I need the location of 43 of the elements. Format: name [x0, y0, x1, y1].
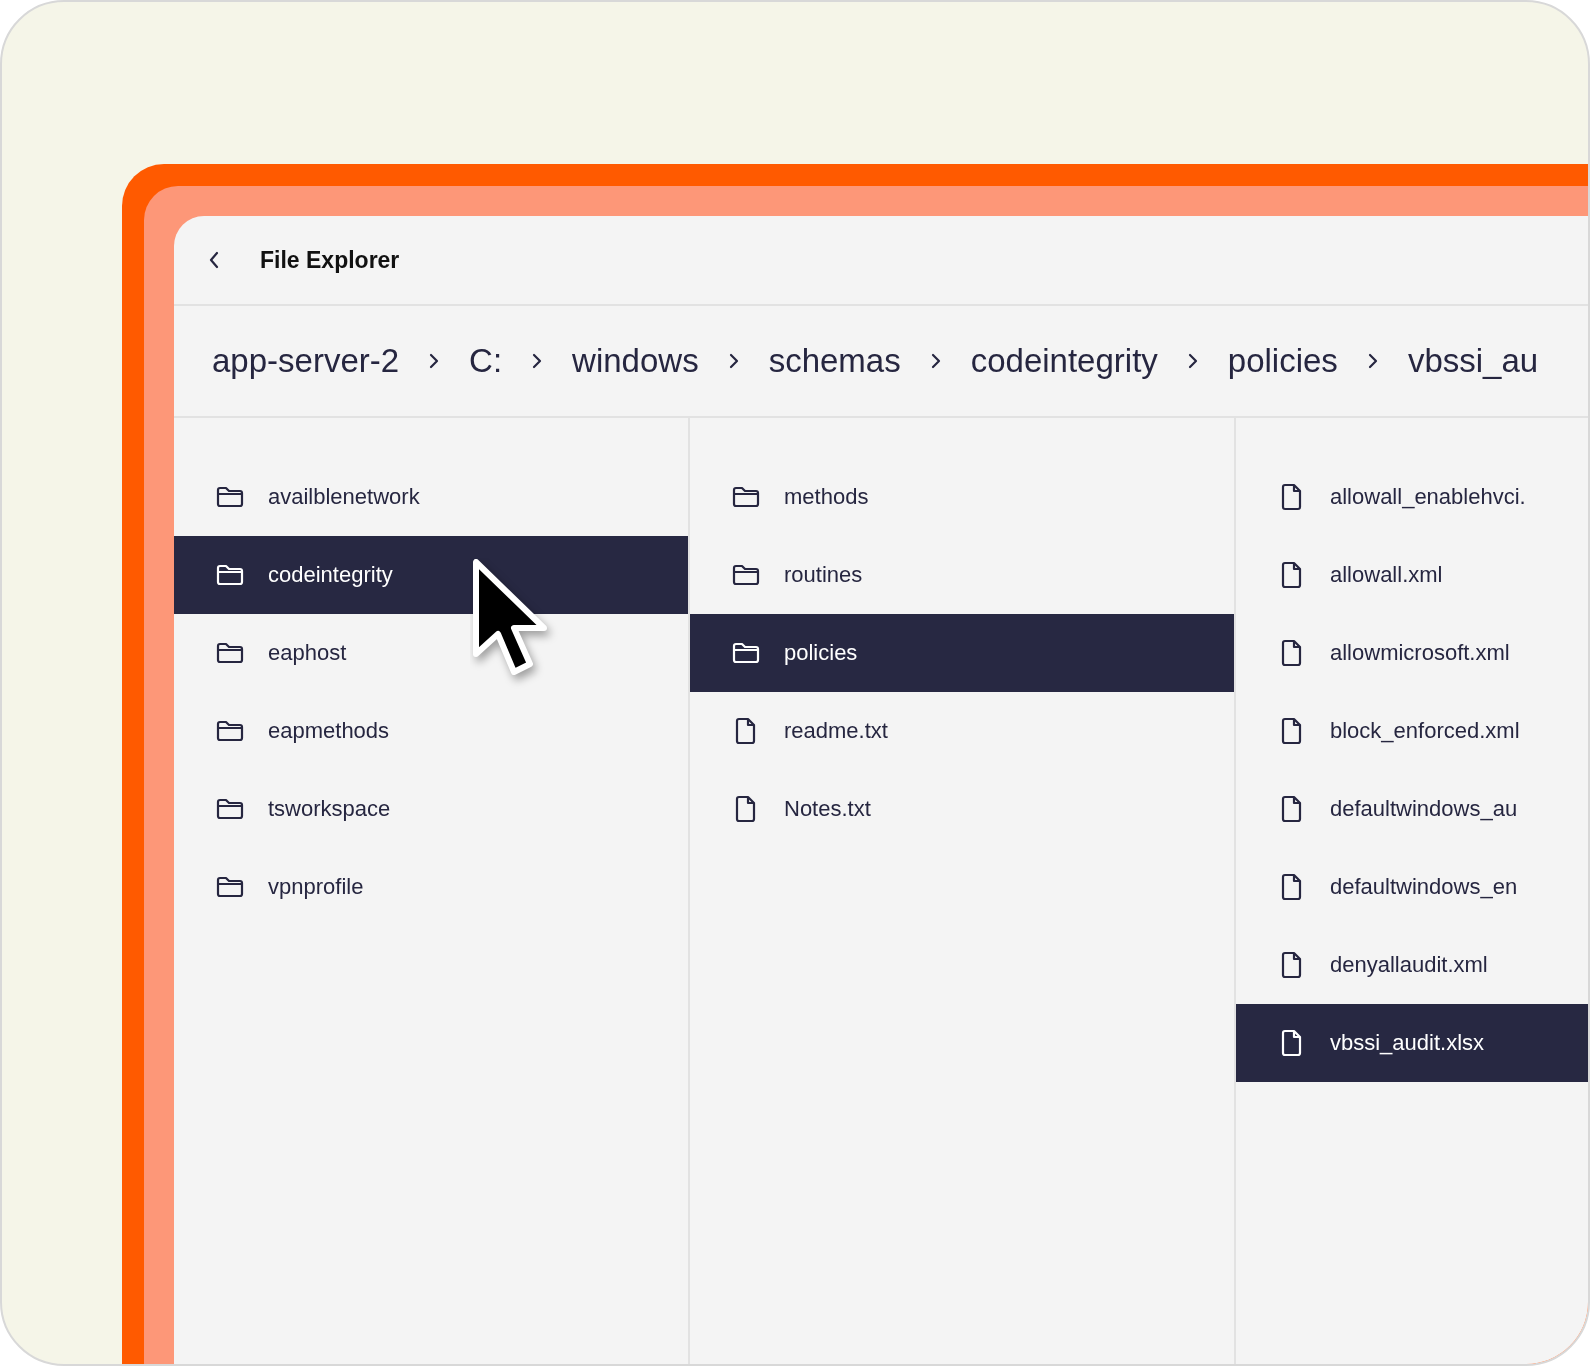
chevron-icon — [1367, 353, 1378, 369]
folder-row[interactable]: policies — [690, 614, 1234, 692]
folder-icon — [732, 486, 760, 508]
folder-icon — [732, 642, 760, 664]
chevron-icon — [728, 353, 739, 369]
folder-row[interactable]: eaphost — [174, 614, 688, 692]
file-row[interactable]: defaultwindows_en — [1236, 848, 1588, 926]
breadcrumb-link[interactable]: schemas — [768, 342, 901, 380]
chevron-icon — [930, 353, 941, 369]
folder-row[interactable]: availblenetwork — [174, 458, 688, 536]
breadcrumb-link[interactable]: windows — [572, 342, 699, 380]
breadcrumb-link[interactable]: vbssi_au — [1407, 342, 1539, 380]
file-row[interactable]: readme.txt — [690, 692, 1234, 770]
file-row[interactable]: denyallaudit.xml — [1236, 926, 1588, 1004]
folder-icon — [216, 486, 244, 508]
folder-row[interactable]: routines — [690, 536, 1234, 614]
folder-icon — [216, 564, 244, 586]
chevron-icon — [1187, 353, 1198, 369]
file-row[interactable]: allowall.xml — [1236, 536, 1588, 614]
folder-row[interactable]: eapmethods — [174, 692, 688, 770]
breadcrumb-link[interactable]: policies — [1227, 342, 1338, 380]
folder-icon — [216, 798, 244, 820]
file-row[interactable]: Notes.txt — [690, 770, 1234, 848]
folder-icon — [216, 642, 244, 664]
back-icon — [208, 251, 220, 269]
breadcrumb-link[interactable]: codeintegrity — [970, 342, 1158, 380]
file-row[interactable]: allowmicrosoft.xml — [1236, 614, 1588, 692]
folder-row[interactable]: codeintegrity — [174, 536, 688, 614]
folder-row[interactable]: tsworkspace — [174, 770, 688, 848]
file-row[interactable]: block_enforced.xml — [1236, 692, 1588, 770]
breadcrumb-link[interactable]: app-server-2 — [212, 342, 400, 380]
window-title: File Explorer — [260, 246, 400, 274]
file-row[interactable]: defaultwindows_au — [1236, 770, 1588, 848]
chevron-icon — [429, 353, 440, 369]
folder-row[interactable]: vpnprofile — [174, 848, 688, 926]
folder-row[interactable]: methods — [690, 458, 1234, 536]
chevron-icon — [532, 353, 543, 369]
file-row[interactable]: vbssi_audit.xlsx — [1236, 1004, 1588, 1082]
file-row[interactable]: allowall_enablehvci. — [1236, 458, 1588, 536]
folder-icon — [732, 564, 760, 586]
breadcrumb-link[interactable]: C: — [469, 342, 503, 380]
folder-icon — [216, 876, 244, 898]
folder-icon — [216, 720, 244, 742]
